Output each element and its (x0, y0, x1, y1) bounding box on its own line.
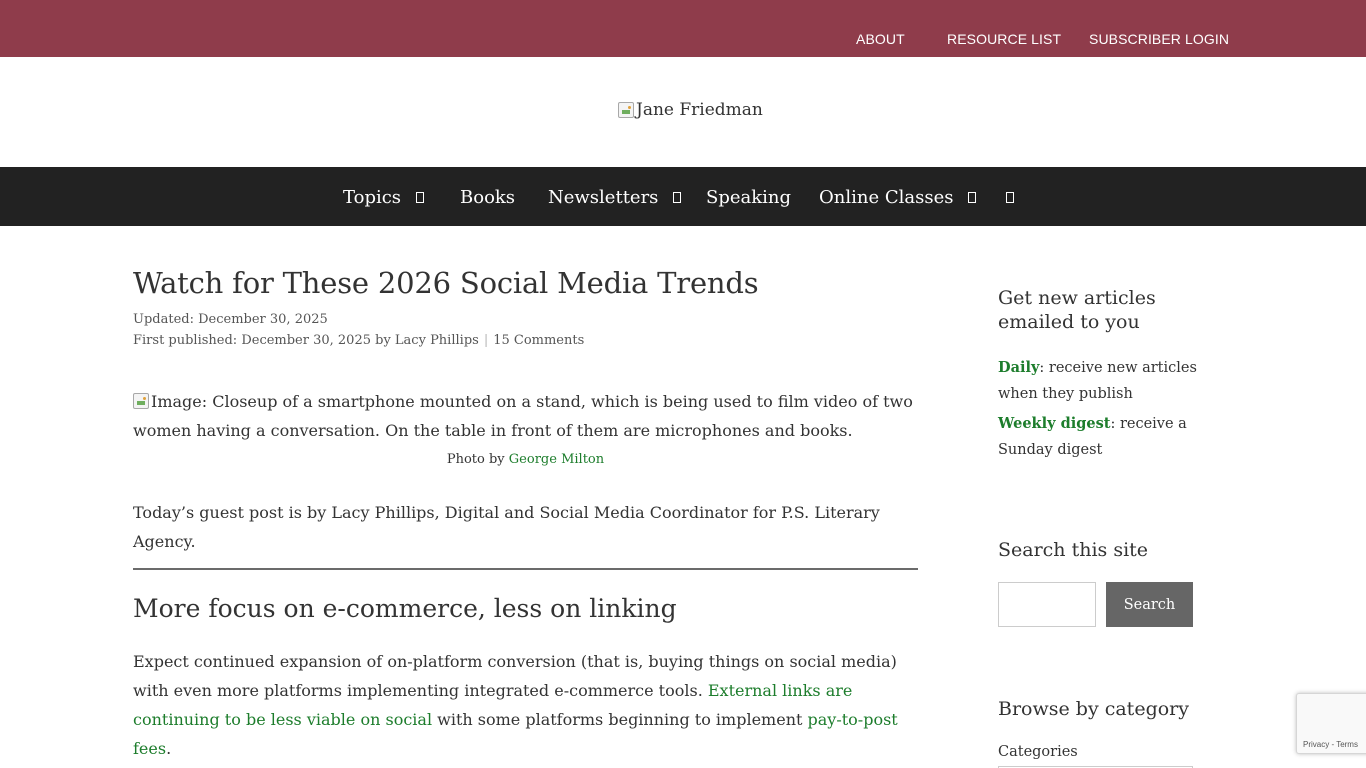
photo-credit-link[interactable]: George Milton (509, 452, 604, 467)
updated-date: Updated: December 30, 2025 (133, 312, 328, 327)
nav-label-speaking: Speaking (706, 186, 792, 208)
intro-paragraph: Today’s guest post is by Lacy Phillips, … (133, 503, 880, 551)
weekly-option: Weekly digest: receive a Sunday digest (998, 411, 1198, 463)
body-paragraph: Expect continued expansion of on-platfor… (133, 647, 918, 763)
weekly-digest-link[interactable]: Weekly digest (998, 415, 1110, 432)
body-text: . (166, 739, 172, 758)
section-divider (133, 568, 918, 570)
top-utility-bar: ABOUT RESOURCE LIST SUBSCRIBER LOGIN (0, 0, 1366, 57)
photo-credit-prefix: Photo by (446, 452, 509, 467)
browse-heading: Browse by category (998, 698, 1189, 720)
search-icon (1006, 191, 1014, 203)
nav-item-newsletters[interactable]: Newsletters (548, 185, 682, 209)
section-heading: More focus on e-commerce, less on linkin… (133, 594, 677, 623)
article-byline: First published: December 30, 2025 by La… (133, 333, 584, 348)
search-heading: Search this site (998, 539, 1149, 561)
main-navigation: Topics Books Newsletters Speaking Online… (0, 167, 1366, 226)
dropdown-icon (416, 191, 425, 203)
nav-item-speaking[interactable]: Speaking (706, 185, 791, 209)
nav-item-topics[interactable]: Topics (343, 185, 425, 209)
recaptcha-terms[interactable]: Privacy - Terms (1303, 740, 1358, 749)
broken-image-icon (133, 393, 149, 409)
search-button[interactable]: Search (1106, 582, 1193, 627)
newsletter-heading: Get new articles emailed to you (998, 287, 1156, 333)
subscriber-login-link[interactable]: SUBSCRIBER LOGIN (1089, 31, 1229, 47)
nav-label-topics: Topics (343, 186, 402, 208)
body-text: with some platforms beginning to impleme… (432, 710, 808, 729)
nav-label-newsletters: Newsletters (548, 186, 659, 208)
recaptcha-badge[interactable]: Privacy - Terms (1296, 693, 1366, 754)
search-input[interactable] (998, 582, 1096, 627)
photo-caption: Photo by George Milton (133, 452, 918, 467)
resource-list-link[interactable]: RESOURCE LIST (947, 31, 1061, 47)
featured-image: Image: Closeup of a smartphone mounted o… (133, 387, 918, 445)
nav-search-toggle[interactable] (991, 185, 1014, 209)
nav-label-online-classes: Online Classes (819, 186, 954, 208)
nav-label-books: Books (460, 186, 516, 208)
nav-item-online-classes[interactable]: Online Classes (819, 185, 977, 209)
dropdown-icon (673, 191, 682, 203)
dropdown-icon (968, 191, 977, 203)
logo-alt-text: Jane Friedman (636, 100, 763, 120)
daily-link[interactable]: Daily (998, 359, 1039, 376)
categories-label: Categories (998, 744, 1078, 760)
article-title: Watch for These 2026 Social Media Trends (133, 266, 759, 300)
featured-image-alt-text: Image: Closeup of a smartphone mounted o… (133, 392, 913, 440)
site-logo[interactable]: Jane Friedman (618, 98, 763, 122)
nav-item-books[interactable]: Books (460, 185, 515, 209)
daily-option: Daily: receive new articles when they pu… (998, 355, 1198, 407)
comments-link[interactable]: 15 Comments (493, 333, 584, 348)
about-link[interactable]: ABOUT (856, 31, 905, 47)
meta-separator: | (483, 333, 489, 348)
broken-image-icon (618, 102, 634, 118)
first-published-byline: First published: December 30, 2025 by La… (133, 333, 479, 348)
